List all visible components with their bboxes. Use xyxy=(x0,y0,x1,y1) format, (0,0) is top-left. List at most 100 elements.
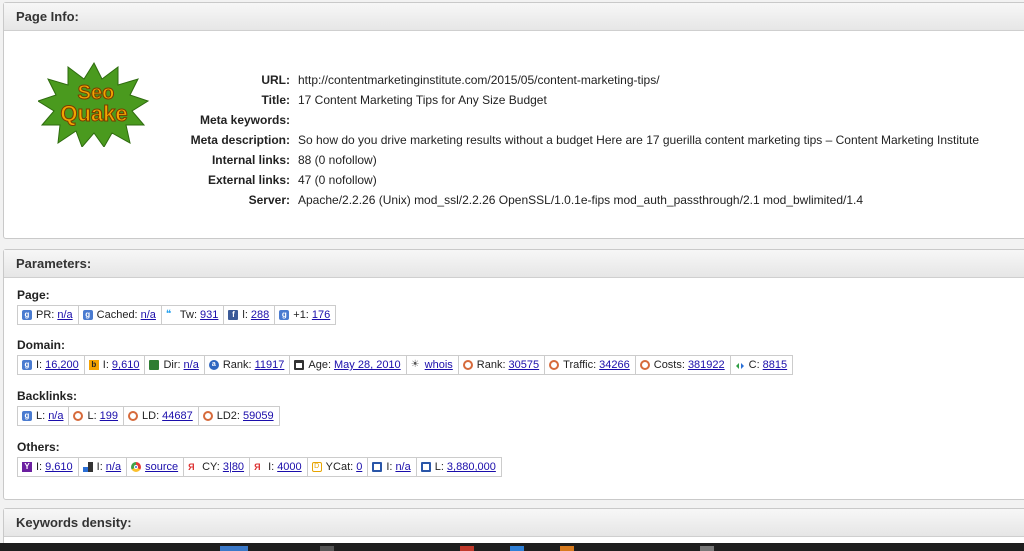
facebook-icon: f xyxy=(228,310,239,320)
info-label: External links: xyxy=(207,173,290,187)
info-value: 88 (0 nofollow) xyxy=(298,153,377,167)
info-label: Title: xyxy=(261,93,290,107)
param-value-link[interactable]: 931 xyxy=(200,309,218,321)
param-group-title: Domain: xyxy=(17,338,65,352)
taskbar-item[interactable] xyxy=(220,546,248,551)
param-value-link[interactable]: n/a xyxy=(106,461,121,473)
semrush-icon xyxy=(462,360,473,370)
google-icon: g xyxy=(22,310,32,320)
param-value-link[interactable]: 9,610 xyxy=(45,461,73,473)
param-label: C: xyxy=(748,359,760,371)
param-value-link[interactable]: May 28, 2010 xyxy=(334,359,401,371)
param-value-link[interactable]: 9,610 xyxy=(112,359,140,371)
taskbar-item[interactable] xyxy=(560,546,574,551)
yandex-icon: Я xyxy=(254,462,261,472)
dmoz-icon xyxy=(149,360,160,370)
semrush-icon xyxy=(639,360,650,370)
param-chip: Я CY: 3|80 xyxy=(184,457,251,477)
param-chip: b I: 9,610 xyxy=(84,355,146,375)
taskbar-item[interactable] xyxy=(320,546,334,551)
param-chip: g +1: 176 xyxy=(275,305,337,325)
param-label: Age: xyxy=(308,359,332,371)
param-chip: Age: May 28, 2010 xyxy=(290,355,407,375)
param-value-link[interactable]: 44687 xyxy=(162,410,193,422)
param-label: L: xyxy=(36,410,46,422)
param-value-link[interactable]: 59059 xyxy=(243,410,274,422)
keywords-density-heading[interactable]: Keywords density: xyxy=(4,509,1024,537)
google-icon: g xyxy=(82,310,93,320)
bing-icon: b xyxy=(88,360,99,370)
semrush-icon xyxy=(73,411,84,421)
param-label: I: xyxy=(36,359,43,371)
param-value-link[interactable]: 0 xyxy=(356,461,362,473)
twitter-icon: ❝ xyxy=(165,309,172,320)
param-label: CY: xyxy=(202,461,220,473)
param-value-link[interactable]: n/a xyxy=(57,309,72,321)
param-value-link[interactable]: n/a xyxy=(48,410,63,422)
param-chip: LD: 44687 xyxy=(124,406,199,426)
param-value-link[interactable]: n/a xyxy=(395,461,410,473)
param-value-link[interactable]: n/a xyxy=(184,359,199,371)
parameters-panel: Parameters: Page: g PR: n/a g Cached: n/a ❝ Tw: 9… xyxy=(3,249,1024,500)
param-chip: Traffic: 34266 xyxy=(545,355,636,375)
param-value-link[interactable]: n/a xyxy=(141,309,156,321)
param-value-link[interactable]: 3|80 xyxy=(223,461,244,473)
info-value: So how do you drive marketing results wi… xyxy=(298,133,980,147)
param-chip: f l: 288 xyxy=(224,305,276,325)
param-value-link[interactable]: 199 xyxy=(100,410,118,422)
param-chip: I: n/a xyxy=(78,457,128,477)
param-chip-bar: g L: n/a L: 199 LD: 44687 LD2: 59059 xyxy=(17,406,280,426)
param-label: I: xyxy=(386,461,393,473)
param-chip: I: n/a xyxy=(368,457,417,477)
param-label: Traffic: xyxy=(563,359,597,371)
param-chip: ☀ whois xyxy=(406,355,459,375)
param-value-link[interactable]: 4000 xyxy=(277,461,301,473)
semrush-icon xyxy=(549,360,560,370)
param-value-link[interactable]: 30575 xyxy=(509,359,540,371)
param-value-link[interactable]: 288 xyxy=(251,309,269,321)
param-label: Rank: xyxy=(476,359,506,371)
param-chip: C: 8815 xyxy=(730,355,794,375)
param-value-link[interactable]: 3,880,000 xyxy=(447,461,496,473)
taskbar-item[interactable] xyxy=(700,546,714,551)
google-icon: g xyxy=(279,310,290,320)
param-value-link[interactable]: 11917 xyxy=(255,359,285,371)
param-label: +1: xyxy=(293,309,309,321)
param-chip: Y I: 9,610 xyxy=(17,457,79,477)
alexa-box-icon xyxy=(372,462,383,472)
param-label: I: xyxy=(102,359,109,371)
param-chip: g PR: n/a xyxy=(17,305,79,325)
yandex-icon: Я xyxy=(188,462,195,472)
alexa-icon: a xyxy=(208,360,219,370)
param-chip-bar: Y I: 9,610 I: n/a source Я CY: 3|80 Я I: 4000 D YCat:… xyxy=(17,457,502,477)
param-value-link[interactable]: whois xyxy=(425,359,453,371)
param-value-link[interactable]: 8815 xyxy=(763,359,787,371)
param-group-title: Page: xyxy=(17,288,50,302)
info-value: 17 Content Marketing Tips for Any Size B… xyxy=(298,93,547,107)
param-chip-bar: g I: 16,200 b I: 9,610 Dir: n/a a Rank: 11917 Age: M… xyxy=(17,355,794,375)
param-value-link[interactable]: 381922 xyxy=(688,359,725,371)
taskbar-item[interactable] xyxy=(510,546,524,551)
param-chip: Я I: 4000 xyxy=(250,457,308,477)
param-group: Others: Y I: 9,610 I: n/a source Я CY: 3|80 Я I: 400… xyxy=(17,439,502,477)
param-label: L: xyxy=(87,410,97,422)
param-chip: ❝ Tw: 931 xyxy=(161,305,225,325)
page-info-panel: Page Info: Seo Quake URL: http://contentm… xyxy=(3,2,1024,239)
param-label: Costs: xyxy=(653,359,685,371)
info-label: Server: xyxy=(248,193,290,207)
param-label: I: xyxy=(268,461,275,473)
param-value-link[interactable]: 34266 xyxy=(599,359,630,371)
param-chip: Dir: n/a xyxy=(145,355,205,375)
param-chip: Costs: 381922 xyxy=(635,355,731,375)
param-value-link[interactable]: source xyxy=(145,461,178,473)
param-chip: LD2: 59059 xyxy=(198,406,280,426)
info-label: Internal links: xyxy=(211,153,290,167)
taskbar-item[interactable] xyxy=(460,546,474,551)
param-value-link[interactable]: 176 xyxy=(312,309,330,321)
param-group-title: Others: xyxy=(17,440,60,454)
param-value-link[interactable]: 16,200 xyxy=(45,359,79,371)
param-group: Domain: g I: 16,200 b I: 9,610 Dir: n/a a Rank: 119… xyxy=(17,337,794,375)
compete-icon xyxy=(735,361,745,369)
calendar-icon xyxy=(294,360,305,370)
param-chip: g L: n/a xyxy=(17,406,70,426)
